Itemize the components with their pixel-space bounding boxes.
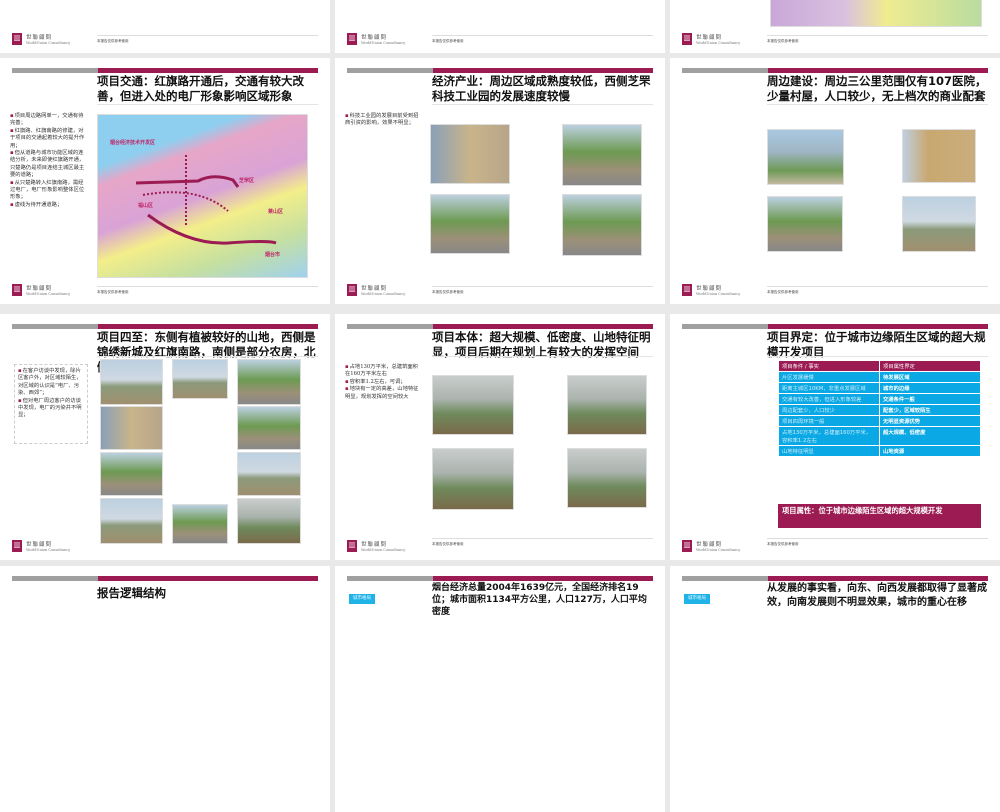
bullet-list: 占地130万平米，总建筑面积在160万平米左右 容积率1.2左右，可调； 地块有…	[345, 364, 423, 401]
slide-title: 经济产业：周边区域成熟度较低，西侧芝罘科技工业园的发展速度较慢	[432, 74, 651, 103]
photo	[100, 452, 163, 496]
logo-subtext: WorldUnion Consultancy	[26, 548, 71, 552]
slide-title: 项目交通：红旗路开通后，交通有较大改善，但进入处的电厂形象影响区域形象	[97, 74, 304, 103]
logo-icon: Ⅲ	[347, 540, 357, 552]
footer-note: 本报告仅供参考使用	[432, 542, 464, 546]
slide-title: 烟台经济总量2004年1639亿元，全国经济排名19位；城市面积1134平方公里…	[432, 583, 647, 617]
logo-subtext: WorldUnion Consultancy	[696, 41, 741, 45]
footer-note: 本报告仅供参考使用	[432, 39, 464, 43]
logo-icon: Ⅲ	[12, 540, 22, 552]
logo-text: 世聯顧問	[26, 542, 53, 548]
slide-title: 报告逻辑结构	[97, 586, 166, 600]
slide-thumbnail[interactable]: Ⅲ 世聯顧問 WorldUnion Consultancy 本报告仅供参考使用	[335, 0, 665, 53]
photo	[562, 194, 642, 256]
logo-subtext: WorldUnion Consultancy	[26, 41, 71, 45]
photo	[767, 129, 844, 185]
logo-subtext: WorldUnion Consultancy	[361, 292, 406, 296]
slide-city-2[interactable]: 城市格局 从发展的事实看，向东、向西发展都取得了显著成效，向南发展则不明显效果，…	[670, 566, 1000, 812]
slide-traffic[interactable]: 项目交通：红旗路开通后，交通有较大改善，但进入处的电厂形象影响区域形象 项目周边…	[0, 58, 330, 304]
photo	[100, 359, 163, 405]
photo	[432, 375, 514, 435]
photo	[432, 448, 514, 510]
footer-note: 本报告仅供参考使用	[767, 290, 799, 294]
logo-icon: Ⅲ	[12, 284, 22, 296]
footer-note: 本报告仅供参考使用	[767, 39, 799, 43]
logo-icon: Ⅲ	[682, 33, 692, 45]
photo	[237, 359, 301, 405]
photo	[567, 448, 647, 508]
photo	[767, 196, 843, 252]
map-image: 烟台经济技术开发区 芝罘区 福山区 莱山区 烟台市	[97, 114, 308, 278]
map-image	[770, 0, 982, 27]
photo	[237, 498, 301, 544]
logo-icon: Ⅲ	[347, 33, 357, 45]
logo-subtext: WorldUnion Consultancy	[361, 41, 406, 45]
logo-text: 世聯顧問	[26, 286, 53, 292]
logo-icon: Ⅲ	[682, 540, 692, 552]
logo-text: 世聯顧問	[696, 35, 723, 41]
logo-text: 世聯顧問	[696, 286, 723, 292]
photo	[172, 504, 228, 544]
photo	[902, 129, 976, 183]
logo-subtext: WorldUnion Consultancy	[361, 548, 406, 552]
logo-icon: Ⅲ	[682, 284, 692, 296]
logo-text: 世聯顧問	[361, 35, 388, 41]
photo	[237, 406, 301, 450]
section-tag: 城市格局	[349, 594, 375, 604]
logo-subtext: WorldUnion Consultancy	[696, 292, 741, 296]
logo-text: 世聯顧問	[26, 35, 53, 41]
photo	[562, 124, 642, 186]
footer-note: 本报告仅供参考使用	[767, 542, 799, 546]
photo	[430, 194, 510, 254]
footer-note: 本报告仅供参考使用	[97, 290, 129, 294]
bullet-list: 在客户访谈中发现，除片区客户外，对区域较陌生，对区域的认识是“电厂、污染、西郊”…	[14, 364, 88, 444]
definition-table: 项目条件 / 事实 项目属性界定 片区发展缓慢 待发展区域 距离主城区10KM，非重…	[778, 360, 981, 457]
slide-economy[interactable]: 经济产业：周边区域成熟度较低，西侧芝罘科技工业园的发展速度较慢 科技工业园的发展…	[335, 58, 665, 304]
logo-subtext: WorldUnion Consultancy	[26, 292, 71, 296]
bullet-list: 项目周边路网单一，交通有待完善； 红旗路、红旗南路的修建，对于项目的交通起着较大…	[10, 113, 88, 209]
photo	[237, 452, 301, 496]
footer-note: 本报告仅供参考使用	[432, 290, 464, 294]
photo	[100, 498, 163, 544]
logo-subtext: WorldUnion Consultancy	[696, 548, 741, 552]
logo-text: 世聯顧問	[361, 542, 388, 548]
footer-note: 本报告仅供参考使用	[97, 39, 129, 43]
slide-surround[interactable]: 周边建设：周边三公里范围仅有107医院，少量村屋，人口较少，无上档次的商业配套 …	[670, 58, 1000, 304]
bullet-list: 科技工业园的发展目前受到招商引资的影响，效果不明显；	[345, 113, 423, 128]
photo	[902, 196, 976, 252]
photo	[172, 359, 228, 399]
photo	[567, 375, 647, 435]
slide-title: 周边建设：周边三公里范围仅有107医院，少量村屋，人口较少，无上档次的商业配套	[767, 74, 987, 103]
slide-body[interactable]: 项目本体：超大规模、低密度、山地特征明显，项目后期在规划上有较大的发挥空间 占地…	[335, 314, 665, 560]
section-tag: 城市格局	[684, 594, 710, 604]
logo-icon: Ⅲ	[347, 284, 357, 296]
photo	[100, 406, 163, 450]
slide-city-1[interactable]: 城市格局 烟台经济总量2004年1639亿元，全国经济排名19位；城市面积113…	[335, 566, 665, 812]
logo-icon: Ⅲ	[12, 33, 22, 45]
slide-title: 从发展的事实看，向东、向西发展都取得了显著成效，向南发展则不明显效果，城市的重心…	[767, 583, 987, 608]
slide-thumbnail[interactable]: Ⅲ 世聯顧問 WorldUnion Consultancy 本报告仅供参考使用	[0, 0, 330, 53]
slide-logic[interactable]: 报告逻辑结构	[0, 566, 330, 812]
photo	[430, 124, 510, 184]
slide-borders[interactable]: 项目四至：东侧有植被较好的山地，西侧是锦绣新城及红旗南路，南侧是部分农房，北侧是…	[0, 314, 330, 560]
logo-text: 世聯顧問	[361, 286, 388, 292]
logo-text: 世聯顧問	[696, 542, 723, 548]
slide-define[interactable]: 项目界定：位于城市边缘陌生区域的超大规模开发项目 项目条件 / 事实 项目属性界定…	[670, 314, 1000, 560]
slide-thumbnail[interactable]: Ⅲ 世聯顧問 WorldUnion Consultancy 本报告仅供参考使用	[670, 0, 1000, 53]
conclusion-box: 项目属性：位于城市边缘陌生区域的超大规模开发	[778, 504, 981, 528]
